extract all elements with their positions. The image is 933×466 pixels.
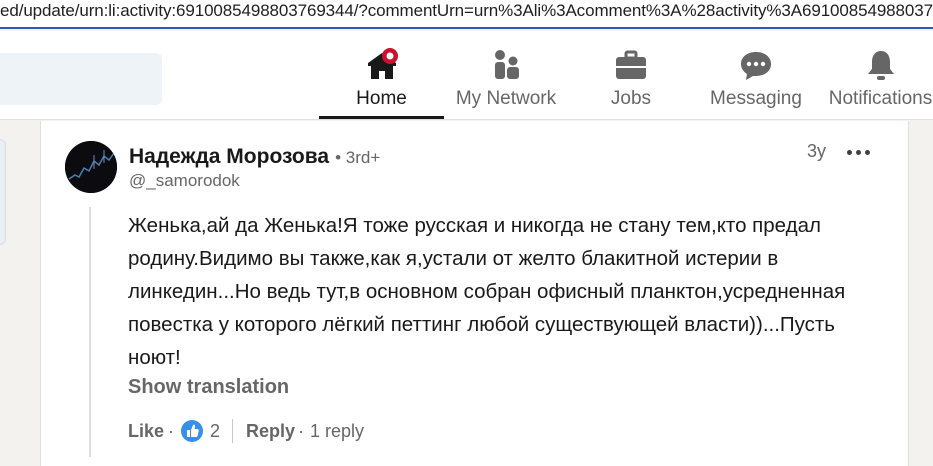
left-panel-edge: [0, 139, 6, 245]
avatar-image: [65, 141, 117, 193]
show-translation-button[interactable]: Show translation: [128, 376, 289, 399]
avatar[interactable]: [65, 141, 117, 193]
comment-text: Женька,ай да Женька!Я тоже русская и ник…: [128, 214, 846, 369]
nav-home-label: Home: [356, 88, 407, 109]
dot-icon: [856, 150, 861, 155]
nav-my-network-label: My Network: [455, 88, 557, 109]
bell-icon: [867, 51, 894, 80]
home-icon: [367, 48, 398, 79]
active-indicator: [319, 116, 444, 119]
nav-my-network[interactable]: My Network: [446, 31, 566, 119]
nav-home[interactable]: Home: [319, 31, 444, 119]
action-divider: [232, 419, 233, 443]
nav-jobs[interactable]: Jobs: [586, 31, 676, 119]
reaction-count[interactable]: 2: [210, 421, 220, 442]
url-text[interactable]: ed/update/urn:li:activity:69100854988037…: [0, 1, 933, 21]
nav-messaging-label: Messaging: [710, 88, 802, 109]
more-options-button[interactable]: [845, 141, 873, 161]
author-name[interactable]: Надежда Морозова: [129, 145, 329, 168]
reply-button[interactable]: Reply: [246, 421, 295, 442]
thread-line: [89, 207, 91, 457]
nav-jobs-label: Jobs: [610, 88, 652, 109]
action-separator-dot: ·: [298, 421, 304, 441]
comment-timestamp: 3y: [807, 141, 827, 161]
comment-card: Надежда Морозова • 3rd+ @_samorodok 3y Же…: [40, 121, 909, 466]
messaging-icon: [741, 52, 771, 80]
network-icon: [495, 50, 519, 79]
nav-messaging[interactable]: Messaging: [706, 31, 806, 119]
action-separator-dot: ·: [168, 421, 174, 441]
address-bar[interactable]: ed/update/urn:li:activity:69100854988037…: [0, 0, 933, 29]
like-button[interactable]: Like: [128, 421, 164, 442]
top-nav: Home My Network Jobs Messaging Notificat…: [0, 31, 933, 120]
connection-degree: • 3rd+: [335, 148, 381, 167]
nav-notifications-label: Notifications: [828, 88, 933, 109]
search-input[interactable]: [0, 53, 162, 105]
nav-notifications[interactable]: Notifications: [828, 31, 933, 119]
briefcase-icon: [616, 50, 646, 79]
dot-icon: [865, 150, 870, 155]
author-handle: @_samorodok: [129, 171, 240, 190]
reply-count-link[interactable]: 1 reply: [310, 421, 364, 442]
like-reaction-icon[interactable]: [180, 419, 204, 443]
dot-icon: [847, 150, 852, 155]
comment-author[interactable]: Надежда Морозова • 3rd+: [129, 145, 380, 169]
